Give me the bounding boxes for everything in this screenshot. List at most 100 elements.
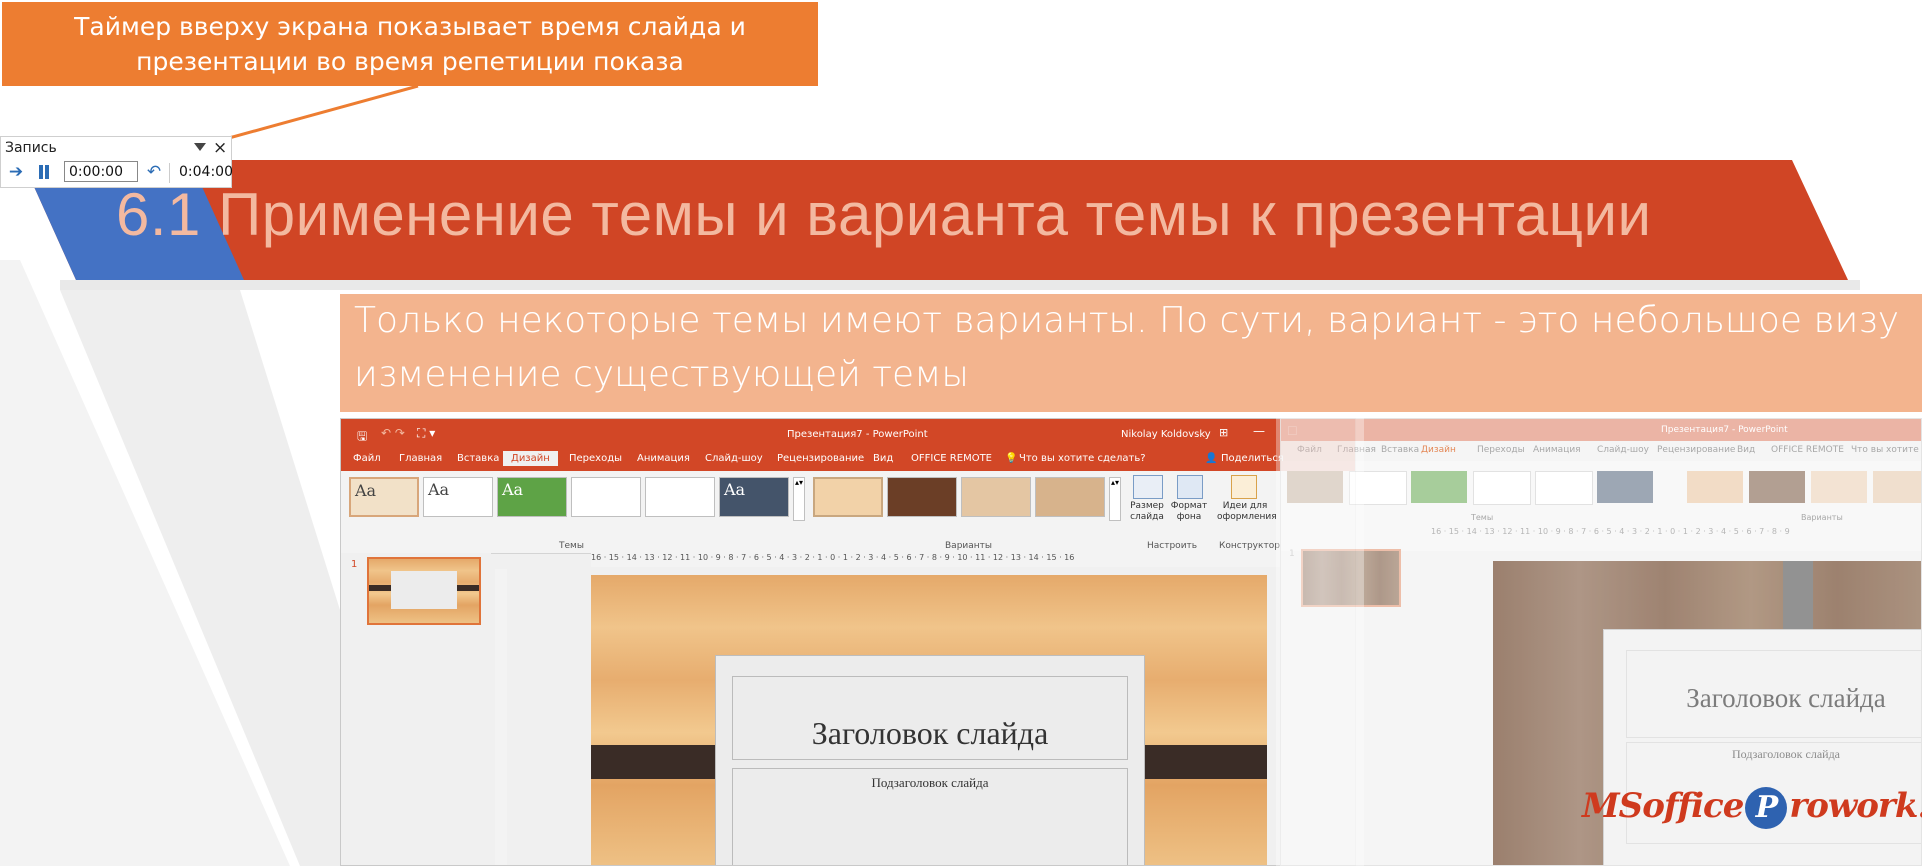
ppt2-theme-thumb-6[interactable]: [1597, 471, 1653, 503]
ppt2-tab-transitions[interactable]: Переходы: [1477, 445, 1525, 455]
ppt2-horizontal-ruler: 16 · 15 · 14 · 13 · 12 · 11 · 10 · 9 · 8…: [1431, 527, 1790, 536]
slide-canvas[interactable]: Заголовок слайда Подзаголовок слайда: [591, 575, 1267, 865]
customize-icon[interactable]: ⛶ ▾: [417, 426, 435, 441]
subtitle-box: Только некоторые темы имеют варианты. По…: [340, 294, 1922, 412]
theme-thumb-6[interactable]: Aa: [719, 477, 789, 517]
ppt2-variant-thumb-1[interactable]: [1687, 471, 1743, 503]
toolbar-dropdown-icon[interactable]: [194, 143, 206, 151]
ppt2-theme-thumb-3[interactable]: [1411, 471, 1467, 503]
minimize-icon[interactable]: —: [1253, 424, 1265, 438]
ppt2-tab-animation[interactable]: Анимация: [1533, 445, 1581, 455]
design-ideas-button[interactable]: Идеи для оформления: [1217, 501, 1277, 523]
ppt2-tab-review[interactable]: Рецензирование: [1657, 445, 1735, 455]
slide-title: 6.1 Применение темы и варианта темы к пр…: [116, 181, 1652, 248]
ppt-ribbon: Aa Aa Aa Aa ▴▾ ▴▾ Размер слайда Формат фон…: [341, 471, 1355, 554]
ppt2-titlebar: Презентация7 - PowerPoint: [1281, 419, 1921, 441]
slide-size-label-1: Размер: [1130, 501, 1164, 511]
vertical-ruler: [495, 569, 507, 865]
ppt2-theme-thumb-5[interactable]: [1535, 471, 1593, 505]
variants-scroll[interactable]: ▴▾: [1109, 477, 1121, 521]
ppt2-slide-thumbnail[interactable]: [1301, 549, 1401, 607]
msoffice-prowork-logo: MSofficeProwork.com: [1582, 786, 1922, 829]
ppt2-theme-thumb-1[interactable]: [1287, 471, 1343, 503]
theme-thumb-4[interactable]: [571, 477, 641, 517]
tab-transitions[interactable]: Переходы: [569, 453, 622, 464]
variant-thumb-3[interactable]: [961, 477, 1031, 517]
ppt2-slide-content-box: Заголовок слайда Подзаголовок слайда: [1603, 629, 1921, 865]
group-label-designer: Конструктор: [1219, 541, 1280, 551]
group-label-themes: Темы: [559, 541, 584, 551]
ppt2-tab-slideshow[interactable]: Слайд-шоу: [1597, 445, 1649, 455]
tell-me-field[interactable]: Что вы хотите сделать?: [1019, 453, 1146, 464]
tab-review[interactable]: Рецензирование: [777, 453, 864, 464]
ppt2-tab-view[interactable]: Вид: [1737, 445, 1755, 455]
ppt2-tab-insert[interactable]: Вставка: [1381, 445, 1419, 455]
tab-file[interactable]: Файл: [353, 453, 381, 464]
recording-toolbar: Запись × ➔ 0:00:00 ↶ 0:04:00: [0, 136, 233, 188]
tab-slideshow[interactable]: Слайд-шоу: [705, 453, 763, 464]
theme-thumb-2[interactable]: Aa: [423, 477, 493, 517]
ppt2-slide-number: 1: [1289, 549, 1295, 559]
share-button[interactable]: Поделиться: [1221, 453, 1284, 464]
horizontal-ruler: 16 · 15 · 14 · 13 · 12 · 11 · 10 · 9 · 8…: [591, 553, 1355, 567]
format-bg-label-2: фона: [1176, 512, 1202, 522]
tab-view[interactable]: Вид: [873, 453, 893, 464]
callout-box: Таймер вверху экрана показывает время сл…: [2, 2, 818, 86]
theme-thumb-1[interactable]: Aa: [349, 477, 419, 517]
ppt2-theme-thumb-4[interactable]: [1473, 471, 1531, 505]
group-label-variants: Варианты: [945, 541, 992, 551]
ppt2-slide-title-placeholder[interactable]: Заголовок слайда: [1626, 650, 1921, 738]
tab-insert[interactable]: Вставка: [457, 453, 499, 464]
ppt2-slide-heading: Заголовок слайда: [1686, 683, 1886, 713]
themes-scroll[interactable]: ▴▾: [793, 477, 805, 521]
design-ideas-label-2: оформления: [1217, 512, 1277, 522]
ppt2-tab-home[interactable]: Главная: [1337, 445, 1376, 455]
format-background-icon[interactable]: [1177, 475, 1203, 499]
design-ideas-label-1: Идеи для: [1222, 501, 1268, 511]
callout-line-1: Таймер вверху экрана показывает время сл…: [74, 12, 746, 41]
slide-heading: Заголовок слайда: [811, 715, 1049, 751]
slide-thumbnail-1[interactable]: [367, 557, 481, 625]
ppt2-variant-thumb-4[interactable]: [1873, 471, 1921, 503]
slide-time-field[interactable]: 0:00:00: [64, 161, 138, 182]
logo-text-1: MSoffice: [1582, 786, 1744, 826]
slide-title-placeholder[interactable]: Заголовок слайда: [732, 676, 1128, 760]
slide-size-label-2: слайда: [1130, 512, 1164, 522]
ppt-titlebar: 🖫 ↶ ↷ ⛶ ▾ Презентация7 - PowerPoint Niko…: [341, 419, 1355, 449]
variant-thumb-1[interactable]: [813, 477, 883, 517]
ribbon-display-icon[interactable]: ⊞: [1219, 426, 1228, 439]
ppt2-group-label-variants: Варианты: [1801, 513, 1843, 522]
ppt2-tab-file[interactable]: Файл: [1297, 445, 1322, 455]
close-icon[interactable]: ×: [213, 138, 227, 158]
subtitle-line-1: Только некоторые темы имеют варианты. По…: [354, 300, 1900, 341]
slide-content-box: Заголовок слайда Подзаголовок слайда: [715, 655, 1145, 865]
repeat-icon[interactable]: ↶: [143, 161, 165, 183]
design-ideas-icon[interactable]: [1231, 475, 1257, 499]
tab-home[interactable]: Главная: [399, 453, 442, 464]
ppt2-tell-me-field[interactable]: Что вы хотите: [1851, 445, 1919, 455]
slide-size-icon[interactable]: [1133, 475, 1163, 499]
undo-icon[interactable]: ↶ ↷: [381, 426, 405, 440]
tab-design[interactable]: Дизайн: [503, 451, 558, 466]
variant-thumb-2[interactable]: [887, 477, 957, 517]
theme-thumb-5[interactable]: [645, 477, 715, 517]
ppt2-variant-thumb-2[interactable]: [1749, 471, 1805, 503]
ppt2-theme-thumb-2[interactable]: [1349, 471, 1407, 505]
next-icon[interactable]: ➔: [5, 161, 27, 183]
total-time-readout: 0:04:00: [179, 164, 233, 180]
pause-icon[interactable]: [33, 161, 55, 183]
logo-p-icon: P: [1745, 787, 1788, 829]
logo-text-2: rowork.com: [1789, 786, 1922, 826]
theme-thumb-3[interactable]: Aa: [497, 477, 567, 517]
slide-subtitle-placeholder[interactable]: Подзаголовок слайда: [732, 768, 1128, 865]
powerpoint-screenshot: 🖫 ↶ ↷ ⛶ ▾ Презентация7 - PowerPoint Niko…: [340, 418, 1356, 866]
ppt2-variant-thumb-3[interactable]: [1811, 471, 1867, 503]
ppt2-tab-design[interactable]: Дизайн: [1421, 445, 1456, 455]
slide-size-button[interactable]: Размер слайда: [1125, 501, 1169, 523]
ppt2-tab-office-remote[interactable]: OFFICE REMOTE: [1771, 445, 1844, 455]
tab-office-remote[interactable]: OFFICE REMOTE: [911, 453, 992, 464]
format-background-button[interactable]: Формат фона: [1167, 501, 1211, 523]
save-icon[interactable]: 🖫: [357, 427, 367, 448]
tab-animation[interactable]: Анимация: [637, 453, 690, 464]
variant-thumb-4[interactable]: [1035, 477, 1105, 517]
